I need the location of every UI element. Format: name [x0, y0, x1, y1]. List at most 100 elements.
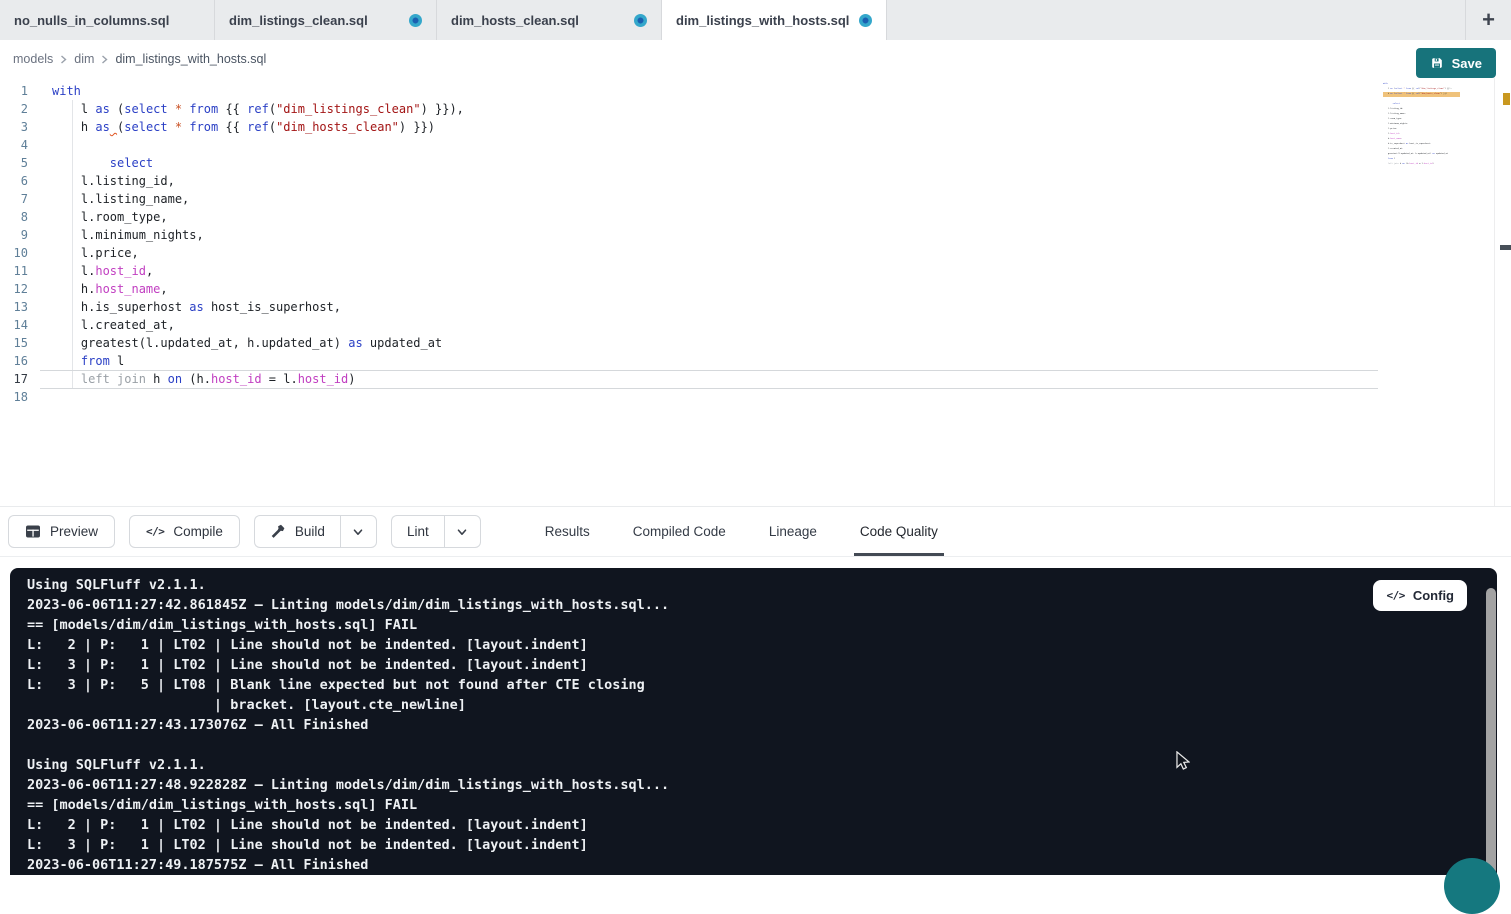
build-button[interactable]: Build: [254, 515, 340, 548]
editor-tab-bar: no_nulls_in_columns.sql dim_listings_cle…: [0, 0, 1511, 40]
code-row: 5 select: [0, 154, 1511, 172]
breadcrumb-file[interactable]: dim_listings_with_hosts.sql: [115, 52, 266, 66]
build-split-button: Build: [254, 515, 377, 548]
terminal-panel: Using SQLFluff v2.1.1. 2023-06-06T11:27:…: [10, 568, 1497, 875]
code-line[interactable]: left join h on (h.host_id = l.host_id): [40, 370, 1511, 388]
code-row: 7 l.listing_name,: [0, 190, 1511, 208]
line-number[interactable]: 11: [0, 262, 40, 280]
line-number[interactable]: 14: [0, 316, 40, 334]
compile-button[interactable]: </> Compile: [129, 515, 240, 548]
unsaved-changes-dot-icon[interactable]: [409, 14, 422, 27]
code-row: 10 l.price,: [0, 244, 1511, 262]
code-row: 3 h as (select * from {{ ref("dim_hosts_…: [0, 118, 1511, 136]
lint-button[interactable]: Lint: [391, 515, 444, 548]
code-row: 4: [0, 136, 1511, 154]
tab-results[interactable]: Results: [539, 507, 596, 556]
line-number[interactable]: 10: [0, 244, 40, 262]
build-dropdown-button[interactable]: [340, 515, 377, 548]
line-number[interactable]: 8: [0, 208, 40, 226]
lint-label: Lint: [407, 524, 429, 539]
code-line[interactable]: h.is_superhost as host_is_superhost,: [40, 298, 1511, 316]
line-number[interactable]: 15: [0, 334, 40, 352]
line-number[interactable]: 13: [0, 298, 40, 316]
chevron-right-icon: [59, 55, 68, 64]
tab-compiled-code[interactable]: Compiled Code: [627, 507, 732, 556]
tab-lineage[interactable]: Lineage: [763, 507, 823, 556]
code-line[interactable]: select: [40, 154, 1511, 172]
line-number[interactable]: 5: [0, 154, 40, 172]
code-row: 16 from l: [0, 352, 1511, 370]
tab-no-nulls-in-columns[interactable]: no_nulls_in_columns.sql: [0, 0, 215, 40]
terminal-scrollbar[interactable]: [1486, 588, 1496, 875]
terminal-output: Using SQLFluff v2.1.1. 2023-06-06T11:27:…: [10, 568, 1497, 875]
tab-dim-listings-with-hosts[interactable]: dim_listings_with_hosts.sql: [662, 0, 887, 40]
config-button[interactable]: </> Config: [1373, 580, 1467, 611]
table-icon: [25, 524, 41, 539]
code-line[interactable]: l.created_at,: [40, 316, 1511, 334]
code-line[interactable]: greatest(l.updated_at, h.updated_at) as …: [40, 334, 1511, 352]
tab-label: dim_listings_with_hosts.sql: [676, 13, 849, 28]
new-tab-button[interactable]: +: [1465, 0, 1511, 40]
config-label: Config: [1413, 588, 1454, 603]
code-row: 13 h.is_superhost as host_is_superhost,: [0, 298, 1511, 316]
chevron-right-icon: [100, 55, 109, 64]
code-row: 8 l.room_type,: [0, 208, 1511, 226]
plus-icon: +: [1482, 7, 1495, 33]
tab-dim-hosts-clean[interactable]: dim_hosts_clean.sql: [437, 0, 662, 40]
tab-dim-listings-clean[interactable]: dim_listings_clean.sql: [215, 0, 437, 40]
code-line[interactable]: l.listing_name,: [40, 190, 1511, 208]
save-label: Save: [1452, 56, 1482, 71]
code-icon: </>: [146, 525, 164, 538]
code-icon: </>: [1386, 589, 1404, 602]
line-number[interactable]: 2: [0, 100, 40, 118]
line-number[interactable]: 18: [0, 388, 40, 406]
line-number[interactable]: 16: [0, 352, 40, 370]
chevron-down-icon: [351, 525, 365, 539]
line-number[interactable]: 1: [0, 82, 40, 100]
line-number[interactable]: 6: [0, 172, 40, 190]
code-line[interactable]: l as (select * from {{ ref("dim_listings…: [40, 100, 1511, 118]
lint-dropdown-button[interactable]: [444, 515, 481, 548]
preview-button[interactable]: Preview: [8, 515, 115, 548]
code-line[interactable]: [40, 388, 1511, 406]
hammer-icon: [270, 524, 286, 540]
line-number[interactable]: 3: [0, 118, 40, 136]
indent-guide: [72, 100, 73, 388]
code-row: 6 l.listing_id,: [0, 172, 1511, 190]
code-editor[interactable]: 1with2 l as (select * from {{ ref("dim_l…: [0, 78, 1511, 506]
line-number[interactable]: 17: [0, 370, 40, 388]
code-line[interactable]: [40, 136, 1511, 154]
minimap[interactable]: with l as (select * from {{ ref("dim_lis…: [1383, 82, 1460, 172]
code-line[interactable]: from l: [40, 352, 1511, 370]
editor-scrollbar-track: [1494, 78, 1495, 506]
lint-split-button: Lint: [391, 515, 481, 548]
code-line[interactable]: l.minimum_nights,: [40, 226, 1511, 244]
tab-label: no_nulls_in_columns.sql: [14, 13, 169, 28]
breadcrumb-models[interactable]: models: [13, 52, 53, 66]
unsaved-changes-dot-icon[interactable]: [859, 14, 872, 27]
code-line[interactable]: l.room_type,: [40, 208, 1511, 226]
code-line[interactable]: h.host_name,: [40, 280, 1511, 298]
tab-code-quality[interactable]: Code Quality: [854, 507, 944, 556]
code-line[interactable]: l.price,: [40, 244, 1511, 262]
code-line[interactable]: with: [40, 82, 1511, 100]
code-row: 17 left join h on (h.host_id = l.host_id…: [0, 370, 1511, 388]
save-button[interactable]: Save: [1416, 48, 1496, 78]
line-number[interactable]: 12: [0, 280, 40, 298]
chevron-down-icon: [455, 525, 469, 539]
result-tabs: Results Compiled Code Lineage Code Quali…: [539, 507, 975, 556]
unsaved-changes-dot-icon[interactable]: [634, 14, 647, 27]
breadcrumb-dim[interactable]: dim: [74, 52, 94, 66]
line-number[interactable]: 4: [0, 136, 40, 154]
scrollbar-cursor-mark[interactable]: [1500, 245, 1511, 250]
line-number[interactable]: 9: [0, 226, 40, 244]
active-line-border: [40, 388, 1378, 389]
line-number[interactable]: 7: [0, 190, 40, 208]
code-row: 14 l.created_at,: [0, 316, 1511, 334]
code-line[interactable]: l.host_id,: [40, 262, 1511, 280]
tab-label: dim_listings_clean.sql: [229, 13, 368, 28]
code-row: 11 l.host_id,: [0, 262, 1511, 280]
code-line[interactable]: h as (select * from {{ ref("dim_hosts_cl…: [40, 118, 1511, 136]
code-line[interactable]: l.listing_id,: [40, 172, 1511, 190]
help-bubble-button[interactable]: [1444, 858, 1500, 914]
